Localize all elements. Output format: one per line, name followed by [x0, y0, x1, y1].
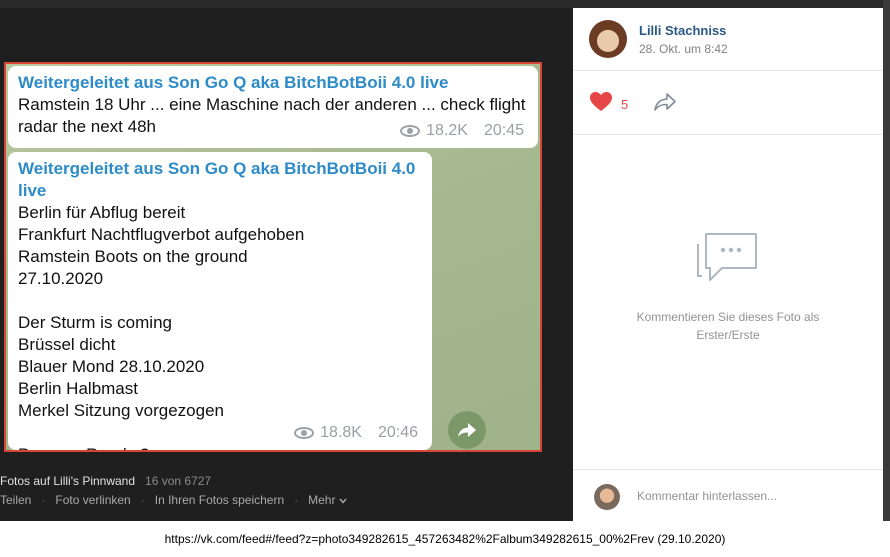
- message-line: Popcorn Ready ?: [18, 444, 422, 450]
- forward-arrow-icon: [448, 411, 486, 449]
- chat-message-2: Weitergeleitet aus Son Go Q aka BitchBot…: [8, 152, 432, 450]
- more-action[interactable]: Mehr: [308, 493, 335, 507]
- message-line: Blauer Mond 28.10.2020: [18, 357, 205, 376]
- message-meta-2: 18.8K 20:46: [294, 422, 418, 444]
- message-time-2: 20:46: [377, 424, 418, 441]
- message-line: Berlin für Abflug bereit: [18, 203, 186, 222]
- viewer-right-edge: [883, 0, 890, 521]
- album-label[interactable]: Fotos auf Lilli's Pinnwand: [0, 474, 135, 488]
- save-photo-action[interactable]: In Ihren Fotos speichern: [155, 493, 284, 507]
- message-line: Brüssel dicht: [18, 335, 116, 354]
- chevron-down-icon: [339, 493, 348, 507]
- message-line: Ramstein 18 Uhr ... eine Maschine nach d…: [18, 95, 526, 114]
- forward-header-2: Weitergeleitet aus Son Go Q aka BitchBot…: [18, 159, 416, 200]
- share-icon[interactable]: [653, 92, 677, 117]
- separator-dot: ·: [140, 493, 145, 507]
- photo-info: Fotos auf Lilli's Pinnwand 16 von 6727: [0, 474, 211, 488]
- post-date[interactable]: 28. Okt. um 8:42: [639, 42, 728, 56]
- empty-comments-text: Kommentieren Sie dieses Foto als Erster/…: [636, 310, 820, 342]
- message-meta-1: 18.2K 20:45: [400, 120, 524, 142]
- photo-counter: 16 von 6727: [145, 474, 212, 488]
- divider: [573, 469, 883, 470]
- photo-actions: Teilen · Foto verlinken · In Ihren Fotos…: [0, 493, 348, 507]
- separator-dot: ·: [294, 493, 299, 507]
- view-count-2: 18.8K: [320, 424, 362, 441]
- photo-chat-screenshot[interactable]: Weitergeleitet aus Son Go Q aka BitchBot…: [4, 62, 542, 452]
- photo-side-panel: Lilli Stachniss 28. Okt. um 8:42 5 Komme…: [573, 8, 883, 521]
- message-line: Frankfurt Nachtflugverbot aufgehoben: [18, 225, 305, 244]
- share-action[interactable]: Teilen: [0, 493, 31, 507]
- separator-dot: ·: [41, 493, 46, 507]
- comment-input[interactable]: [637, 489, 867, 503]
- message-time-1: 20:45: [483, 122, 524, 139]
- message-line: 27.10.2020: [18, 269, 104, 288]
- forward-header-1: Weitergeleitet aus Son Go Q aka BitchBot…: [18, 73, 449, 92]
- message-line: Der Sturm is coming: [18, 313, 172, 332]
- tag-photo-action[interactable]: Foto verlinken: [55, 493, 130, 507]
- viewer-top-edge: [0, 0, 890, 8]
- divider: [573, 134, 883, 135]
- current-user-avatar: [594, 484, 620, 510]
- author-name[interactable]: Lilli Stachniss: [639, 23, 726, 38]
- message-line: Berlin Halbmast: [18, 379, 138, 398]
- comments-empty-icon: [696, 228, 760, 293]
- divider: [573, 70, 883, 71]
- like-button[interactable]: 5: [589, 91, 628, 117]
- eye-icon: [294, 427, 315, 439]
- message-line: [18, 290, 422, 312]
- message-line: Merkel Sitzung vorgezogen: [18, 401, 225, 420]
- source-caption: https://vk.com/feed#/feed?z=photo3492826…: [164, 532, 726, 546]
- eye-icon: [400, 125, 421, 137]
- chat-message-1: Weitergeleitet aus Son Go Q aka BitchBot…: [8, 66, 538, 148]
- message-line: Ramstein Boots on the ground: [18, 247, 248, 266]
- heart-icon: [589, 91, 613, 117]
- author-avatar[interactable]: [589, 20, 627, 58]
- like-count: 5: [621, 96, 629, 112]
- view-count-1: 18.2K: [426, 122, 468, 139]
